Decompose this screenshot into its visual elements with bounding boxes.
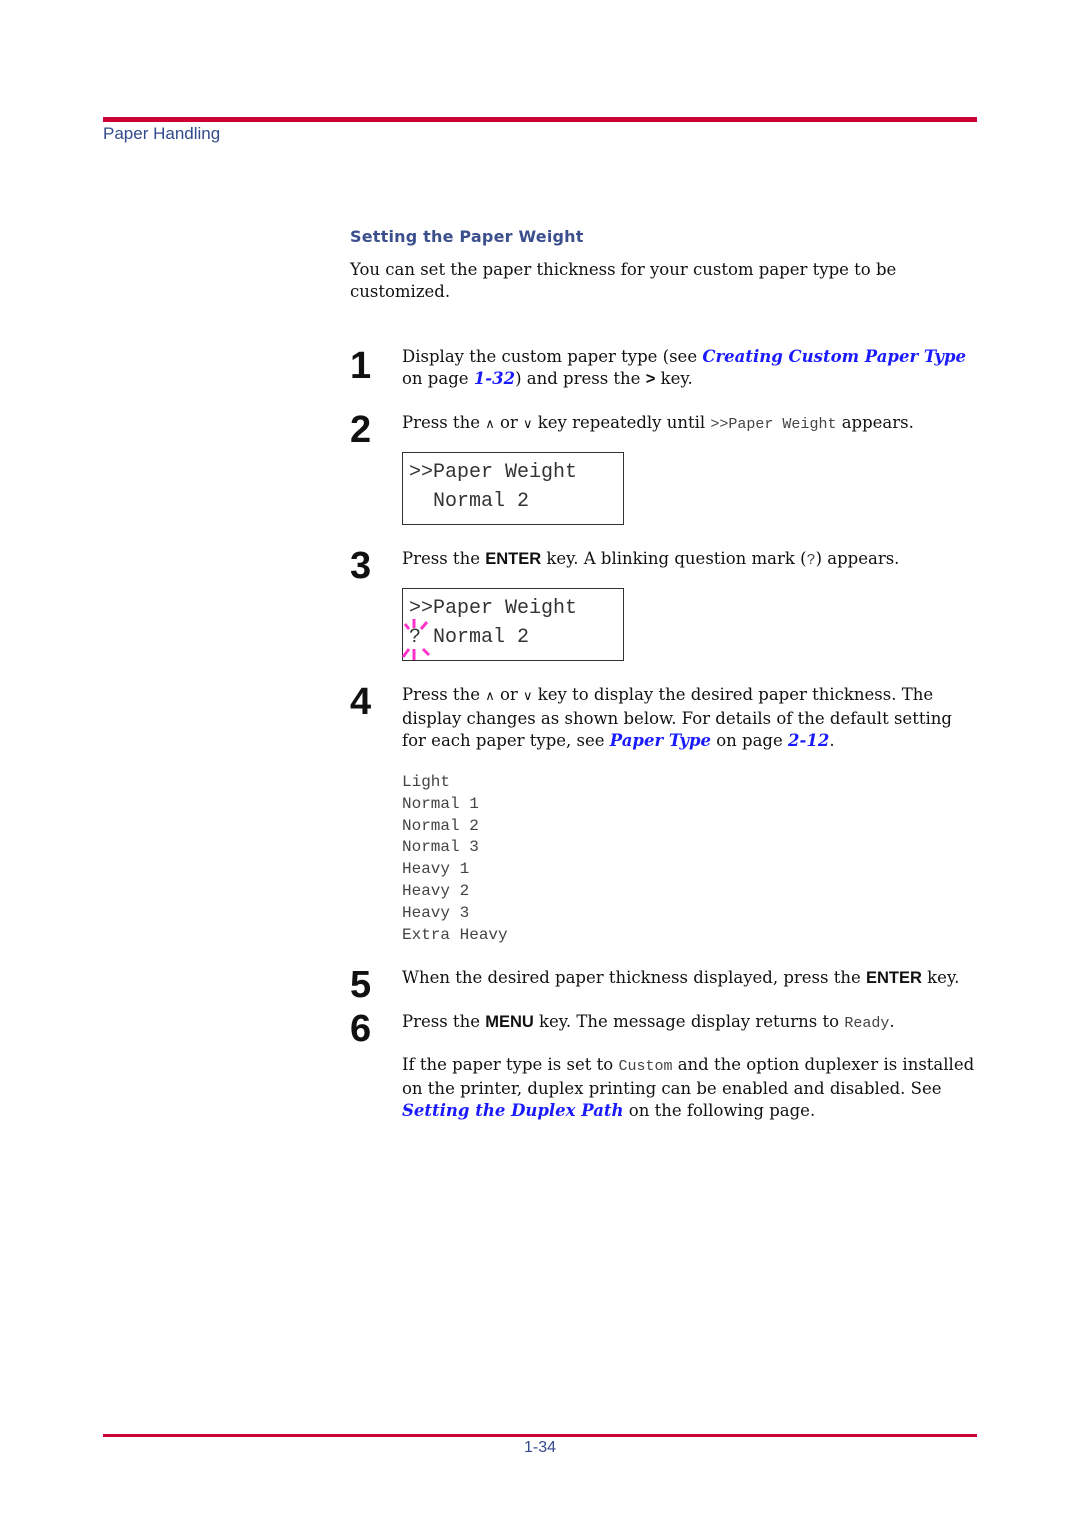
intro-paragraph: You can set the paper thickness for your…: [350, 260, 897, 301]
step-number-4: 4: [350, 681, 372, 723]
lcd-display-1: >>Paper Weight Normal 2: [402, 452, 624, 525]
lcd-line-1: >>Paper Weight: [409, 597, 578, 620]
header-rule: [103, 117, 977, 122]
step-text-6: Press the MENU key. The message display …: [402, 1011, 977, 1035]
text: key repeatedly until: [532, 413, 711, 432]
option-item: Light: [402, 773, 451, 791]
question-mark: ?: [409, 626, 422, 649]
link-creating-custom-paper-type[interactable]: Creating Custom Paper Type: [702, 347, 966, 366]
text: on page: [710, 731, 789, 750]
enter-key-label: ENTER: [866, 969, 922, 987]
option-item: Normal 2: [402, 816, 479, 835]
section-heading: Setting the Paper Weight: [350, 227, 584, 246]
link-setting-the-duplex-path[interactable]: Setting the Duplex Path: [402, 1101, 624, 1120]
up-arrow-icon: ∧: [485, 689, 495, 704]
text: appears.: [836, 413, 914, 432]
text: key.: [921, 968, 960, 987]
text: on the following page.: [623, 1101, 816, 1120]
text: on page: [402, 369, 474, 388]
text: Press the: [402, 549, 486, 568]
step-number-3: 3: [350, 545, 372, 587]
text: .: [889, 1012, 895, 1031]
down-arrow-icon: ∨: [523, 689, 533, 704]
text: Press the: [402, 1012, 486, 1031]
link-paper-type[interactable]: Paper Type: [610, 731, 711, 750]
step-text-1: Display the custom paper type (see Creat…: [402, 346, 977, 390]
step-text-2: Press the ∧ or ∨ key repeatedly until >>…: [402, 412, 977, 436]
text: Press the: [402, 413, 486, 432]
option-item: Heavy 2: [402, 881, 470, 900]
text: ) and press the: [515, 369, 646, 388]
paper-weight-options: Light Normal 1 Normal 2 Normal 3 Heavy 1…: [402, 772, 508, 946]
up-arrow-icon: ∧: [485, 417, 495, 432]
menu-key-label: MENU: [485, 1013, 534, 1031]
step-number-6: 6: [350, 1008, 372, 1050]
mono-text: Custom: [618, 1058, 673, 1075]
step-number-1: 1: [350, 345, 372, 387]
text: key. The message display returns to: [533, 1012, 845, 1031]
step-text-3: Press the ENTER key. A blinking question…: [402, 548, 977, 572]
lcd-line-1: >>Paper Weight: [409, 461, 578, 484]
down-arrow-icon: ∨: [523, 417, 533, 432]
text: If the paper type is set to: [402, 1055, 619, 1074]
text: or: [494, 685, 524, 704]
lcd-line-2: ? Normal 2: [409, 626, 529, 649]
text: key. A blinking question mark (: [541, 549, 807, 568]
text: Press the: [402, 685, 486, 704]
header-title: Paper Handling: [103, 124, 221, 143]
text: When the desired paper thickness display…: [402, 968, 867, 987]
text: key.: [655, 369, 693, 388]
option-item: Heavy 3: [402, 903, 470, 922]
step-text-4: Press the ∧ or ∨ key to display the desi…: [402, 684, 977, 752]
lcd-display-2: >>Paper Weight ? Normal 2: [401, 588, 624, 661]
text: .: [829, 731, 835, 750]
enter-key-label: ENTER: [485, 550, 542, 568]
mono-text: >>Paper Weight: [710, 416, 837, 433]
option-item: Heavy 1: [402, 860, 470, 879]
option-item: Normal 1: [402, 794, 479, 813]
footer-rule: [103, 1434, 977, 1437]
text: ) appears.: [815, 549, 900, 568]
text: or: [494, 413, 524, 432]
lcd-line-2: Normal 2: [409, 490, 530, 513]
note-paragraph: If the paper type is set to Custom and t…: [402, 1054, 977, 1122]
text: Display the custom paper type (see: [402, 347, 703, 366]
step-number-5: 5: [350, 964, 372, 1006]
mono-text: ?: [806, 552, 816, 569]
link-page-2-12[interactable]: 2-12: [788, 731, 829, 750]
step-number-2: 2: [350, 409, 372, 451]
right-key-label: >: [645, 370, 656, 388]
option-item: Normal 3: [402, 838, 479, 857]
mono-text: Ready: [844, 1015, 890, 1032]
lcd-line-2-text: Normal 2: [421, 626, 530, 649]
link-page-1-32[interactable]: 1-32: [474, 369, 515, 388]
step-text-5: When the desired paper thickness display…: [402, 967, 977, 989]
option-item: Extra Heavy: [402, 925, 508, 944]
page-number: 1-34: [523, 1439, 557, 1456]
